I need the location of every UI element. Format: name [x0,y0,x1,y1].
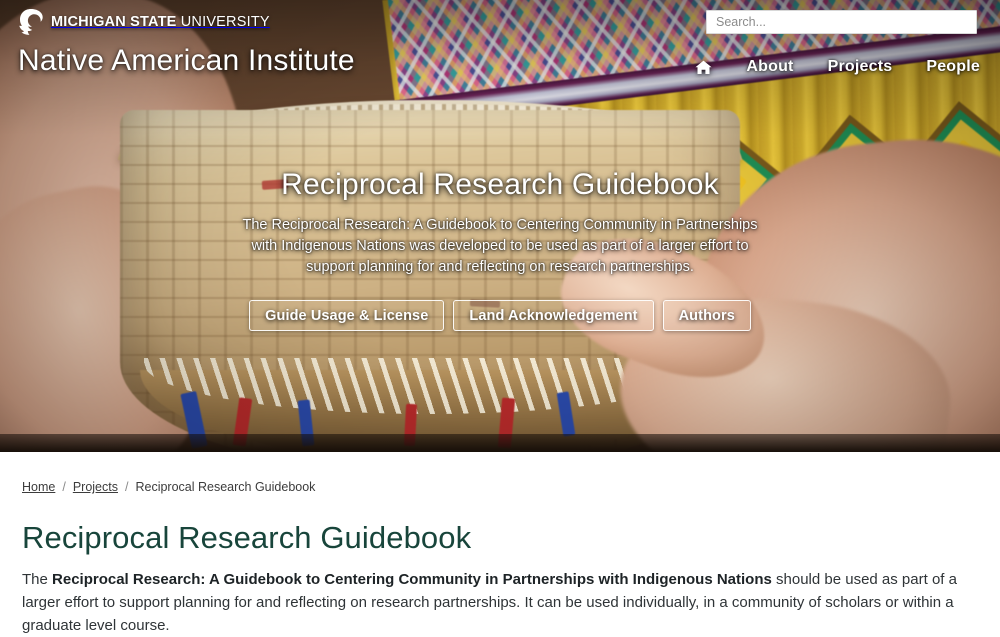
main-content: Home / Projects / Reciprocal Research Gu… [0,452,1000,637]
breadcrumb-separator: / [62,480,66,494]
search-input[interactable] [706,10,977,34]
site-title: Native American Institute [18,44,355,77]
msu-wordmark-light: UNIVERSITY [176,14,270,30]
guide-usage-license-button[interactable]: Guide Usage & License [249,300,445,331]
nav-item-home[interactable] [695,60,712,75]
spartan-helmet-icon [19,9,43,35]
breadcrumb-item-projects[interactable]: Projects [73,480,118,494]
msu-wordmark-bold: MICHIGAN STATE [51,14,177,30]
nav-item-projects[interactable]: Projects [828,58,893,76]
paragraph-lead: The [22,571,53,588]
paragraph-guidebook-title: Reciprocal Research: A Guidebook to Cent… [52,571,772,588]
hero-banner: MICHIGAN STATE UNIVERSITY Native America… [0,0,1000,452]
msu-wordmark: MICHIGAN STATE UNIVERSITY [51,14,270,30]
msu-logo-lockup[interactable]: MICHIGAN STATE UNIVERSITY [18,8,270,36]
breadcrumb-separator: / [124,480,129,494]
hero-description: The Reciprocal Research: A Guidebook to … [242,217,758,275]
page-intro-paragraph: The Reciprocal Research: A Guidebook to … [22,568,967,637]
land-acknowledgement-button[interactable]: Land Acknowledgement [453,300,654,331]
nav-item-people[interactable]: People [926,58,980,76]
search-container [706,10,977,34]
hero-content: Reciprocal Research Guidebook The Recipr… [0,168,1000,331]
page-title: Reciprocal Research Guidebook [22,520,472,555]
hero-bottom-edge [0,434,1000,452]
breadcrumb-item-current: Reciprocal Research Guidebook [135,480,316,494]
main-navigation: About Projects People [695,58,980,76]
hero-button-group: Guide Usage & License Land Acknowledgeme… [0,300,1000,331]
nav-item-about[interactable]: About [746,58,793,76]
home-icon [695,60,712,74]
hero-title: Reciprocal Research Guidebook [281,168,719,201]
breadcrumb: Home / Projects / Reciprocal Research Gu… [0,452,1000,494]
breadcrumb-item-home[interactable]: Home [22,480,55,494]
authors-button[interactable]: Authors [662,300,751,331]
